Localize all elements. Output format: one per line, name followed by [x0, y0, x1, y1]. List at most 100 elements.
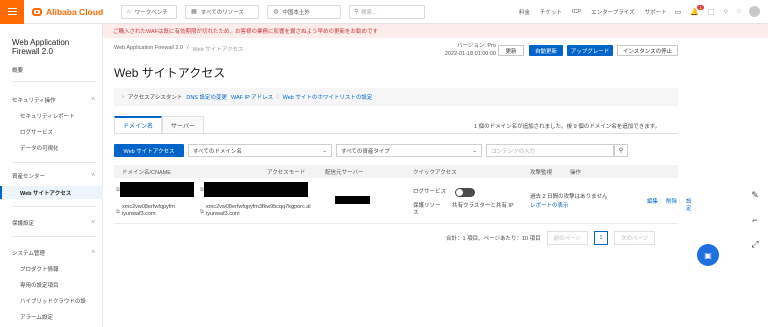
- auto-renew-button[interactable]: 自動更新: [529, 45, 563, 56]
- content-search-input[interactable]: コンテンツの入力: [486, 144, 614, 157]
- chevron-up-icon: ˄: [91, 172, 95, 179]
- hamburger-menu-icon[interactable]: [0, 0, 24, 24]
- next-page-button[interactable]: 次のページ: [614, 231, 656, 245]
- copy-icon[interactable]: ⧉: [200, 187, 204, 194]
- stop-instance-button-label: インスタンスの停止: [622, 48, 673, 55]
- copy-icon[interactable]: ⧉: [116, 187, 120, 194]
- log-service-toggle[interactable]: [455, 188, 475, 197]
- sidebar-item-product-info[interactable]: プロダクト情報: [0, 262, 103, 275]
- domain-count-note: 1 個のドメイン名が追加されました。後 9 個のドメイン名を追加できます。: [474, 124, 661, 130]
- global-search-input[interactable]: ⚲ 検索...: [349, 4, 426, 19]
- sidebar-group-security-ops[interactable]: セキュリティ操作 ˄: [0, 93, 103, 106]
- chevron-up-icon: ˄: [91, 249, 95, 256]
- sidebar-group-asset-center[interactable]: 資産センター ˄: [0, 169, 103, 182]
- sidebar-item-hybrid-cloud[interactable]: ハイブリッドクラウドの設: [0, 294, 103, 307]
- redacted-origin-server: [335, 196, 370, 204]
- settings-link[interactable]: 設定: [686, 199, 692, 213]
- prev-label: 前のページ: [553, 236, 582, 242]
- resources-dropdown[interactable]: ▦ すべてのリソース: [185, 4, 260, 19]
- top-links: 料金 チケット ICP エンタープライズ サポート: [519, 8, 667, 16]
- sidebar-item-label: セキュリティ操作: [12, 97, 56, 104]
- redacted-domain: [204, 182, 308, 197]
- sidebar-divider: [12, 81, 96, 82]
- tab-domain-name[interactable]: ドメイン名: [114, 116, 163, 134]
- sidebar-group-protection-settings[interactable]: 保護設定 ˅: [0, 216, 103, 229]
- sidebar-item-overview[interactable]: 概要: [0, 63, 103, 76]
- chevron-right-icon[interactable]: ›: [122, 94, 124, 100]
- add-button-label: Web サイトアクセス: [123, 148, 175, 155]
- sidebar-item-log-service[interactable]: ログサービス: [0, 125, 103, 138]
- workbench-button[interactable]: ⌂ ワークベンチ: [121, 4, 178, 19]
- asset-type-select[interactable]: すべての資産タイプ ⌄: [336, 144, 482, 157]
- copy-icon[interactable]: ⧉: [200, 209, 204, 216]
- whitelist-settings-link[interactable]: Web サイトのホワイトリストの設定: [283, 93, 373, 101]
- delete-link[interactable]: 削除: [666, 199, 677, 206]
- stop-instance-button[interactable]: インスタンスの停止: [617, 45, 678, 56]
- edit-link[interactable]: 編集: [647, 199, 658, 206]
- next-label: 次のページ: [621, 236, 649, 242]
- bell-icon[interactable]: 🔔 1: [690, 4, 704, 16]
- sidebar-divider: [12, 206, 96, 207]
- region-dropdown[interactable]: ◍ 中国本土外: [267, 4, 342, 19]
- sidebar-group-system-mgmt[interactable]: システム管理 ˄: [0, 246, 103, 259]
- version-label: バージョン: Pro: [456, 43, 496, 49]
- link-support[interactable]: サポート: [645, 8, 667, 16]
- chevron-down-icon: ˅: [91, 219, 95, 226]
- sidebar-item-security-report[interactable]: セキュリティレポート: [0, 109, 103, 122]
- copy-icon[interactable]: ⧉: [116, 209, 120, 216]
- view-report-link[interactable]: レポートの表示: [530, 203, 569, 210]
- cart-icon[interactable]: ⬚: [708, 8, 715, 16]
- user-avatar[interactable]: [749, 6, 760, 17]
- tab-label: ドメイン名: [123, 124, 154, 130]
- brand-name: Alibaba Cloud: [46, 6, 104, 17]
- sidebar-item-label: ハイブリッドクラウドの設: [20, 298, 86, 305]
- cname-line: iyunwaf3.com: [122, 211, 156, 217]
- help-chat-fab-icon[interactable]: ▣: [697, 244, 719, 266]
- sidebar-divider: [12, 162, 96, 163]
- cname-line: xmc2vw08erfwfqpyfm: [122, 204, 175, 210]
- expiry-date: 2022-01-18 01:00:00: [444, 51, 496, 57]
- tab-server[interactable]: サーバー: [162, 116, 204, 134]
- search-icon[interactable]: ⚲: [614, 144, 628, 157]
- breadcrumb-root-link[interactable]: Web Application Firewall 2.0: [114, 45, 183, 53]
- terminal-icon[interactable]: ▭: [675, 8, 682, 16]
- link-tickets[interactable]: チケット: [540, 8, 562, 16]
- sidebar-item-web-site-access[interactable]: Web サイトアクセス: [0, 186, 103, 199]
- right-tool-rail: ✎ ⌐ ⤢: [742, 190, 768, 270]
- dns-settings-link[interactable]: DNS 設定の変更: [186, 93, 227, 101]
- sidebar-divider: [12, 236, 96, 237]
- upgrade-button[interactable]: アップグレード: [567, 45, 613, 56]
- cname-line: xmc2vw08erfwfqpyfm3fkw9bcqq7kgporc.al: [206, 204, 311, 210]
- sidebar-item-dedicated-settings[interactable]: 専用の設定項目: [0, 278, 103, 291]
- renew-button[interactable]: 更新: [498, 45, 524, 56]
- asset-select-value: すべての資産タイプ: [341, 148, 390, 155]
- cname-text-2: xmc2vw08erfwfqpyfm3fkw9bcqq7kgporc.al iy…: [206, 204, 311, 218]
- access-assistant-bar: › アクセスアシスタント DNS 設定の変更 WAF IP アドレス | Web…: [114, 88, 678, 106]
- sidebar-item-alarm-settings[interactable]: アラーム設定: [0, 310, 103, 323]
- waf-ip-link[interactable]: WAF IP アドレス: [231, 93, 273, 101]
- link-enterprise[interactable]: エンタープライズ: [591, 8, 635, 16]
- brand-logo[interactable]: Alibaba Cloud: [32, 7, 103, 17]
- column-access-mode: アクセスモード: [267, 170, 306, 176]
- expand-icon[interactable]: ⤢: [751, 239, 758, 250]
- column-origin-server: 配信元サーバー: [325, 170, 364, 176]
- link-icp[interactable]: ICP: [572, 9, 581, 15]
- link-billing[interactable]: 料金: [519, 8, 530, 16]
- tab-bar: ドメイン名 サーバー: [114, 116, 204, 134]
- domain-select-value: すべてのドメイン名: [193, 148, 242, 155]
- redacted-domain: [120, 182, 194, 197]
- column-quick-access: クイックアクセス: [413, 170, 457, 176]
- edit-pen-icon[interactable]: ✎: [751, 190, 759, 201]
- help-icon[interactable]: ○: [724, 8, 728, 15]
- sidebar-item-data-viz[interactable]: データの可視化: [0, 141, 103, 154]
- add-web-site-access-button[interactable]: Web サイトアクセス: [114, 144, 184, 157]
- chevron-down-icon: ⌄: [322, 147, 327, 154]
- globe-icon: ◍: [273, 9, 279, 15]
- expiry-notice-banner: ご購入されたWAFは既に有効期限が切れたため、お客様の業務に影響を齎さぬよう早め…: [103, 24, 768, 38]
- language-icon[interactable]: ◌: [737, 8, 741, 15]
- domain-filter-select[interactable]: すべてのドメイン名 ⌄: [188, 144, 332, 157]
- prev-page-button[interactable]: 前のページ: [546, 231, 589, 245]
- collapse-bracket-icon[interactable]: ⌐: [752, 215, 757, 225]
- page-number-button[interactable]: 1: [594, 231, 609, 245]
- grid-icon: ▦: [191, 9, 197, 15]
